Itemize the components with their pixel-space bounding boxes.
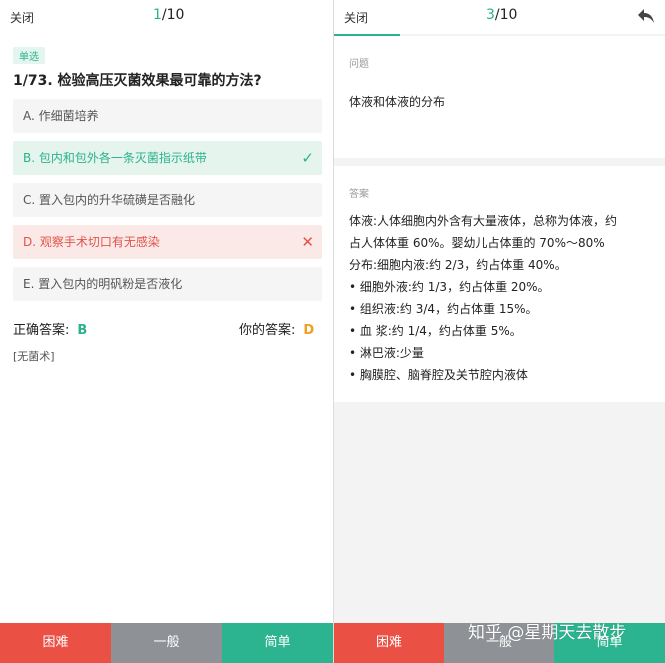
question-label: 问题 [349, 59, 369, 70]
answer-line: 占人体体重 60%。婴幼儿占体重的 70%～80% [349, 236, 605, 250]
option-b-label: B. 包内和包外各一条灭菌指示纸带 [23, 151, 207, 165]
option-e-label: E. 置入包内的明矾粉是否液化 [23, 277, 183, 291]
easy-button[interactable]: 简单 [222, 623, 333, 663]
cross-icon: ✕ [301, 233, 314, 251]
correct-answer-value: B [77, 323, 88, 338]
correct-answer-label: 正确答案: [13, 323, 70, 338]
question-card: 问题 体液和体液的分布 [334, 36, 665, 158]
hard-button[interactable]: 困难 [0, 623, 111, 663]
question-title: 1/73. 检验高压灭菌效果最可靠的方法? [13, 73, 262, 89]
left-question-panel: 关闭 1/10 单选 1/73. 检验高压灭菌效果最可靠的方法? A. 作细菌培… [0, 0, 333, 663]
your-answer-value: D [303, 323, 315, 338]
counter-current: 1 [153, 7, 162, 23]
question-type-tag: 单选 [13, 47, 45, 64]
reply-arrow-icon[interactable] [637, 8, 655, 24]
close-button[interactable]: 关闭 [10, 9, 34, 26]
answer-line: 分布:细胞内液:约 2/3，约占体重 40%。 [349, 258, 567, 272]
question-category-note: [无菌术] [13, 350, 55, 363]
answer-line: 体液:人体细胞内外含有大量液体，总称为体液，约 [349, 214, 618, 228]
option-c-label: C. 置入包内的升华硫磺是否融化 [23, 193, 196, 207]
hard-button[interactable]: 困难 [334, 623, 444, 663]
answer-text: 体液:人体细胞内外含有大量液体，总称为体液，约 占人体体重 60%。婴幼儿占体重… [349, 210, 654, 386]
counter-total: /10 [161, 7, 185, 23]
option-a-label: A. 作细菌培养 [23, 109, 99, 123]
progress-counter: 3/10 [486, 7, 517, 23]
counter-total: /10 [494, 7, 518, 23]
answer-card: 答案 体液:人体细胞内外含有大量液体，总称为体液，约 占人体体重 60%。婴幼儿… [334, 166, 665, 402]
option-a[interactable]: A. 作细菌培养 [13, 99, 322, 133]
correct-answer: 正确答案: B [13, 319, 87, 338]
left-header: 关闭 1/10 [0, 0, 333, 34]
normal-button[interactable]: 一般 [111, 623, 222, 663]
option-d[interactable]: D. 观察手术切口有无感染 ✕ [13, 225, 322, 259]
counter-current: 3 [486, 7, 495, 23]
option-d-label: D. 观察手术切口有无感染 [23, 235, 160, 249]
progress-counter: 1/10 [153, 7, 184, 23]
check-icon: ✓ [301, 149, 314, 167]
option-b[interactable]: B. 包内和包外各一条灭菌指示纸带 ✓ [13, 141, 322, 175]
answer-line: • 胸膜腔、脑脊腔及关节腔内液体 [349, 368, 528, 382]
easy-button[interactable]: 简单 [554, 623, 665, 663]
right-flashcard-panel: 关闭 3/10 问题 体液和体液的分布 答案 体液:人体细胞内外含有大量液体，总… [333, 0, 665, 663]
your-answer: 你的答案: D [239, 319, 314, 338]
answer-line: • 血 浆:约 1/4，约占体重 5%。 [349, 324, 522, 338]
right-header: 关闭 3/10 [334, 0, 665, 34]
normal-button[interactable]: 一般 [444, 623, 554, 663]
question-text: 体液和体液的分布 [349, 95, 446, 109]
option-c[interactable]: C. 置入包内的升华硫磺是否融化 [13, 183, 322, 217]
answer-line: • 细胞外液:约 1/3，约占体重 20%。 [349, 280, 550, 294]
right-rating-bar: 困难 一般 简单 [334, 623, 665, 663]
left-rating-bar: 困难 一般 简单 [0, 623, 333, 663]
answer-label: 答案 [349, 189, 369, 200]
answer-line: • 淋巴液:少量 [349, 346, 424, 360]
answer-line: • 组织液:约 3/4，约占体重 15%。 [349, 302, 538, 316]
close-button[interactable]: 关闭 [344, 9, 368, 26]
option-e[interactable]: E. 置入包内的明矾粉是否液化 [13, 267, 322, 301]
your-answer-label: 你的答案: [239, 323, 296, 338]
